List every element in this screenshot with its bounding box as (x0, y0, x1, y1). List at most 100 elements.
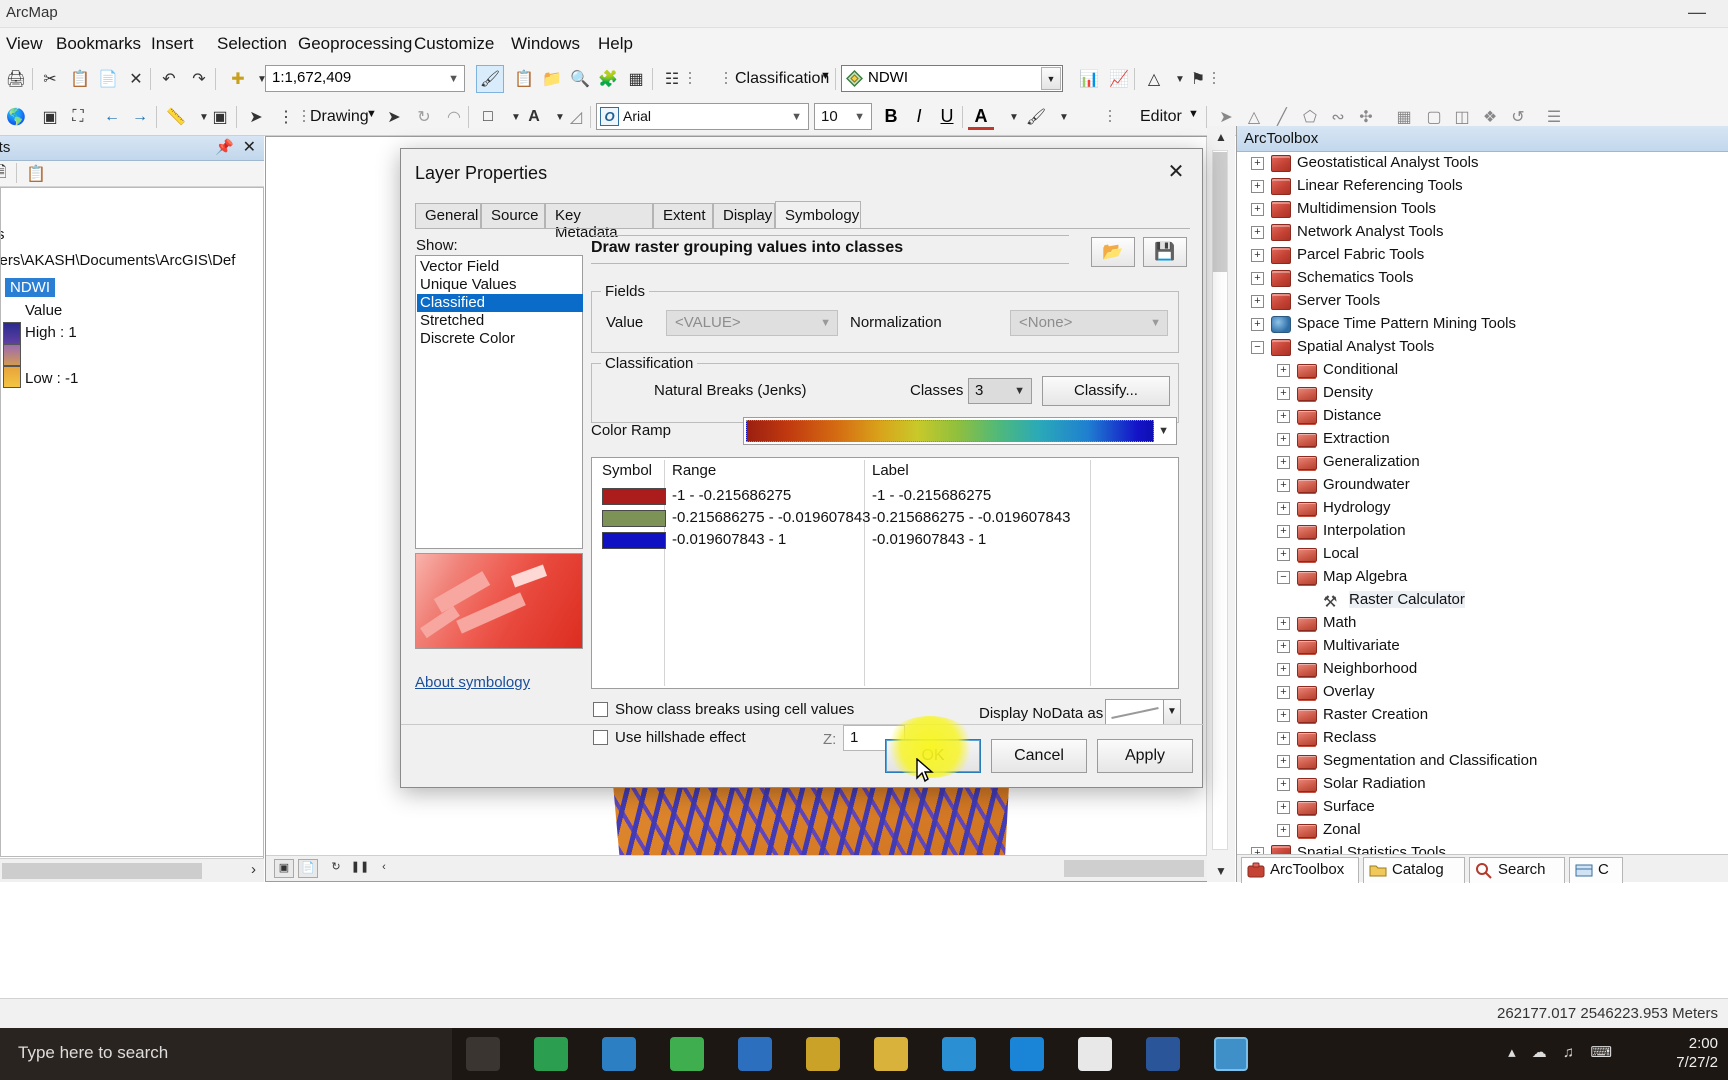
chevron-down-icon[interactable]: ▼ (1188, 108, 1199, 120)
tab-extent[interactable]: Extent (653, 203, 713, 229)
italic-button[interactable]: I (906, 104, 932, 130)
expand-icon[interactable]: + (1251, 847, 1264, 854)
toolbox-item[interactable]: + Generalization (1237, 451, 1728, 474)
toolbox-item[interactable]: + Linear Referencing Tools (1237, 175, 1728, 198)
bold-button[interactable]: B (878, 104, 904, 130)
ok-button[interactable]: OK (885, 739, 981, 773)
expand-icon[interactable]: + (1277, 548, 1290, 561)
toc-tree[interactable]: s \Users\AKASH\Documents\ArcGIS\Def NDWI… (0, 187, 264, 857)
flag-icon[interactable]: ⚑ (1184, 65, 1212, 93)
collapse-icon[interactable]: − (1277, 571, 1290, 584)
toolbox-item[interactable]: + Geostatistical Analyst Tools (1237, 152, 1728, 175)
menu-item-selection[interactable]: Selection (217, 34, 287, 54)
toolbox-item[interactable]: + Multivariate (1237, 635, 1728, 658)
toolbox-item[interactable]: + Space Time Pattern Mining Tools (1237, 313, 1728, 336)
task-view-icon[interactable] (466, 1037, 500, 1071)
delete-icon[interactable]: ✕ (122, 65, 150, 93)
search-window-icon[interactable]: 🔍 (566, 65, 594, 93)
toolbox-item[interactable]: − Map Algebra (1237, 566, 1728, 589)
classification-layer-combo[interactable]: NDWI ▼ (841, 65, 1063, 92)
toolbox-item[interactable]: + Hydrology (1237, 497, 1728, 520)
toolbox-item[interactable]: + Network Analyst Tools (1237, 221, 1728, 244)
excel-icon[interactable] (534, 1037, 568, 1071)
refresh-icon[interactable]: ↻ (326, 859, 346, 878)
back-extent-icon[interactable]: ← (98, 103, 126, 131)
mail-icon[interactable] (738, 1037, 772, 1071)
checkbox-box[interactable] (593, 730, 608, 745)
map-horizontal-scrollbar-thumb[interactable] (1064, 860, 1204, 877)
cut-icon[interactable]: ✂ (36, 65, 64, 93)
menu-item-windows[interactable]: Windows (511, 34, 580, 54)
arctoolbox-window-icon[interactable]: 🧩 (594, 65, 622, 93)
show-item-stretched[interactable]: Stretched (417, 312, 583, 330)
menu-item-help[interactable]: Help (598, 34, 633, 54)
classification-toolbar-handle[interactable] (724, 69, 728, 89)
expand-icon[interactable]: + (1277, 732, 1290, 745)
apply-button[interactable]: Apply (1097, 739, 1193, 773)
font-family-combo[interactable]: O Arial ▼ (596, 103, 809, 130)
expand-icon[interactable]: + (1277, 663, 1290, 676)
table-of-contents-icon[interactable]: 📋 (510, 65, 538, 93)
tab-catalog[interactable]: Catalog (1363, 857, 1465, 883)
chevron-down-icon[interactable]: ▼ (1050, 103, 1078, 131)
toolbox-item[interactable]: + Neighborhood (1237, 658, 1728, 681)
expand-icon[interactable]: + (1251, 203, 1264, 216)
identify-icon[interactable]: ▣ (206, 103, 234, 131)
undo-icon[interactable]: ↶ (155, 65, 183, 93)
toolbox-item[interactable]: + Solar Radiation (1237, 773, 1728, 796)
arcmap-taskbar-icon[interactable] (942, 1037, 976, 1071)
expand-icon[interactable]: + (1251, 226, 1264, 239)
table-row[interactable]: -0.215686275 - -0.019607843 -0.215686275… (592, 508, 1178, 530)
tab-symbology[interactable]: Symbology (775, 201, 861, 229)
bookmark-shape-icon[interactable]: △ (1140, 65, 1168, 93)
expand-icon[interactable]: + (1277, 479, 1290, 492)
toolbox-item[interactable]: + Surface (1237, 796, 1728, 819)
chrome-icon[interactable] (1078, 1037, 1112, 1071)
chevron-down-icon[interactable]: ▼ (1215, 864, 1227, 878)
expand-icon[interactable]: + (1251, 318, 1264, 331)
toolbox-item[interactable]: + Raster Creation (1237, 704, 1728, 727)
toc-layer-ndwi[interactable]: NDWI (5, 278, 55, 297)
tab-source[interactable]: Source (481, 203, 545, 229)
drawing-menu[interactable]: Drawing (310, 108, 369, 126)
forward-extent-icon[interactable]: → (126, 103, 154, 131)
tab-search[interactable]: Search (1469, 857, 1565, 883)
arcmap-active-icon[interactable] (1214, 1037, 1248, 1071)
list-by-drawing-order-icon[interactable]: 🗎 (0, 160, 14, 188)
show-item-vector-field[interactable]: Vector Field (417, 258, 583, 276)
toolbox-item[interactable]: + Multidimension Tools (1237, 198, 1728, 221)
font-color-button[interactable]: A (968, 104, 994, 130)
normalization-combo[interactable]: <None> ▼ (1010, 310, 1168, 336)
taskbar-clock[interactable]: 2:00 7/27/2 (1676, 1034, 1718, 1072)
expand-icon[interactable]: + (1277, 502, 1290, 515)
underline-button[interactable]: U (934, 104, 960, 130)
minimize-button[interactable]: — (1688, 2, 1706, 23)
toolbox-item[interactable]: + Overlay (1237, 681, 1728, 704)
toolbox-item[interactable]: + Zonal (1237, 819, 1728, 842)
classification-histogram-icon[interactable]: 📊 (1075, 65, 1103, 93)
map-scale-combo[interactable]: 1:1,672,409 ▼ (265, 65, 465, 92)
floppy-save-icon[interactable]: 💾 (1143, 237, 1187, 267)
toolbox-item[interactable]: + Server Tools (1237, 290, 1728, 313)
value-field-combo[interactable]: <VALUE> ▼ (666, 310, 838, 336)
class-symbol-swatch[interactable] (602, 510, 666, 527)
toolbox-item[interactable]: + Density (1237, 382, 1728, 405)
layout-view-icon[interactable]: 📄 (298, 859, 318, 878)
class-symbol-swatch[interactable] (602, 488, 666, 505)
tab-arctoolbox[interactable]: ArcToolbox (1241, 857, 1359, 883)
paste-icon[interactable]: 📄 (94, 65, 122, 93)
toolbox-item[interactable]: + Schematics Tools (1237, 267, 1728, 290)
nodata-color-combo[interactable] (1105, 699, 1165, 725)
show-item-classified[interactable]: Classified (417, 294, 583, 312)
scroll-left-icon[interactable]: ‹ (374, 859, 394, 878)
menu-item-insert[interactable]: Insert (151, 34, 194, 54)
edge-icon[interactable] (1010, 1037, 1044, 1071)
toolbox-item[interactable]: + Parcel Fabric Tools (1237, 244, 1728, 267)
open-folder-icon[interactable]: 📂 (1091, 237, 1135, 267)
classes-combo[interactable]: 3 ▼ (968, 378, 1032, 404)
file-explorer-icon[interactable] (806, 1037, 840, 1071)
expand-icon[interactable]: + (1277, 617, 1290, 630)
expand-icon[interactable]: + (1251, 157, 1264, 170)
messenger-icon[interactable] (602, 1037, 636, 1071)
menu-item-geoprocessing[interactable]: Geoprocessing (298, 34, 412, 54)
